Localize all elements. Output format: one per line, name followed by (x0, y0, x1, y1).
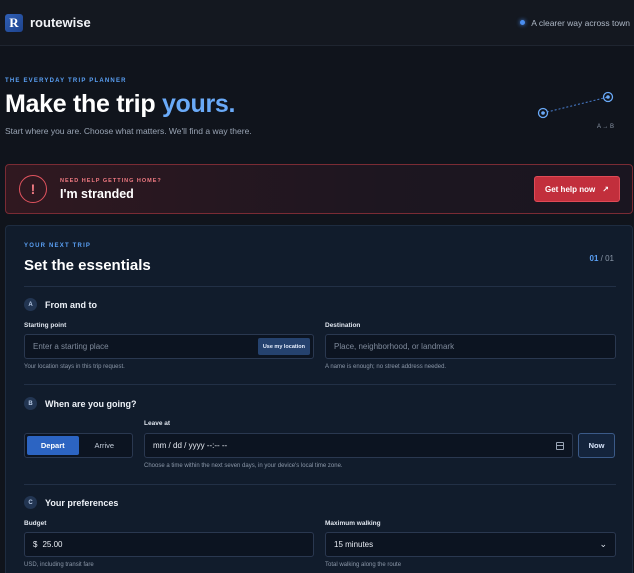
max-walking-label: Maximum walking (325, 520, 381, 527)
destination-label: Destination (325, 322, 361, 329)
section-preferences: C Your preferences (24, 496, 118, 509)
currency-symbol: $ (33, 540, 38, 549)
stranded-banner: ! NEED HELP GETTING HOME? I'm stranded G… (5, 164, 633, 214)
hero-subtitle: Start where you are. Choose what matters… (5, 126, 252, 136)
trip-form-card: YOUR NEXT TRIP Set the essentials 01 / 0… (5, 225, 633, 573)
divider (24, 384, 616, 385)
divider (24, 286, 616, 287)
use-my-location-button[interactable]: Use my location (257, 338, 310, 355)
tagline-text: A clearer way across town (531, 17, 630, 28)
section-title-a: From and to (45, 299, 97, 310)
external-arrow-icon: ↗ (602, 184, 609, 194)
starting-point-hint: Your location stays in this trip request… (24, 364, 125, 370)
section-badge-c: C (24, 496, 37, 509)
leave-at-datetime-input[interactable]: mm / dd / yyyy --:-- -- (144, 433, 573, 458)
chevron-down-icon: ⌄ (599, 539, 607, 549)
calendar-icon[interactable] (556, 442, 564, 450)
starting-point-label: Starting point (24, 322, 67, 329)
alert-icon: ! (19, 175, 47, 203)
depart-option[interactable]: Depart (27, 436, 79, 455)
arrive-option[interactable]: Arrive (79, 436, 131, 455)
leave-at-hint: Choose a time within the next seven days… (144, 463, 343, 469)
hero-eyebrow: THE EVERYDAY TRIP PLANNER (5, 78, 127, 84)
brand-name: routewise (30, 15, 91, 30)
tagline: A clearer way across town (520, 18, 630, 28)
top-bar: R routewise A clearer way across town (0, 0, 634, 46)
max-walking-hint: Total walking along the route (325, 562, 402, 568)
step-counter: 01 / 01 (590, 254, 614, 263)
section-title-b: When are you going? (45, 398, 137, 409)
budget-hint: USD, including transit fare (24, 562, 94, 568)
destination-placeholder: Place, neighborhood, or landmark (334, 342, 455, 351)
hero-title-main: Make the trip (5, 90, 162, 118)
step-total: / 01 (598, 254, 614, 263)
stranded-text: NEED HELP GETTING HOME? I'm stranded (60, 178, 534, 201)
stranded-eyebrow: NEED HELP GETTING HOME? (60, 177, 162, 184)
hero-title-accent: yours. (161, 90, 236, 118)
destination-input[interactable]: Place, neighborhood, or landmark (325, 334, 616, 359)
depart-arrive-toggle: Depart Arrive (24, 433, 133, 458)
budget-input[interactable]: $ 25.00 (24, 532, 314, 557)
form-eyebrow: YOUR NEXT TRIP (24, 243, 92, 249)
stranded-title: I'm stranded (60, 186, 134, 201)
destination-hint: A name is enough; no street address need… (325, 364, 447, 370)
section-title-c: Your preferences (45, 497, 119, 508)
section-badge-a: A (24, 298, 37, 311)
section-when: B When are you going? (24, 397, 137, 410)
brand-logo-icon: R (5, 13, 23, 32)
max-walking-value: 15 minutes (334, 540, 374, 549)
section-from-to: A From and to (24, 298, 97, 311)
section-badge-b: B (24, 397, 37, 410)
hero-title: Make the trip yours. (5, 90, 605, 119)
leave-at-label: Leave at (144, 420, 171, 427)
budget-value: 25.00 (42, 540, 63, 549)
route-label: A → B (597, 124, 615, 130)
now-button[interactable]: Now (578, 433, 615, 458)
starting-point-input[interactable]: Enter a starting place Use my location (24, 334, 314, 359)
datetime-placeholder: mm / dd / yyyy --:-- -- (153, 441, 228, 450)
get-help-label: Get help now (545, 184, 596, 194)
status-dot-icon (520, 20, 526, 25)
max-walking-select[interactable]: 15 minutes ⌄ (325, 532, 616, 557)
get-help-button[interactable]: Get help now ↗ (534, 176, 620, 202)
starting-point-placeholder: Enter a starting place (33, 342, 109, 351)
form-title: Set the essentials (24, 257, 151, 274)
page: R routewise A clearer way across town TH… (0, 0, 634, 573)
hero: THE EVERYDAY TRIP PLANNER Make the trip … (5, 78, 605, 136)
divider (24, 484, 616, 485)
brand[interactable]: R routewise (5, 13, 91, 32)
budget-label: Budget (24, 520, 47, 527)
